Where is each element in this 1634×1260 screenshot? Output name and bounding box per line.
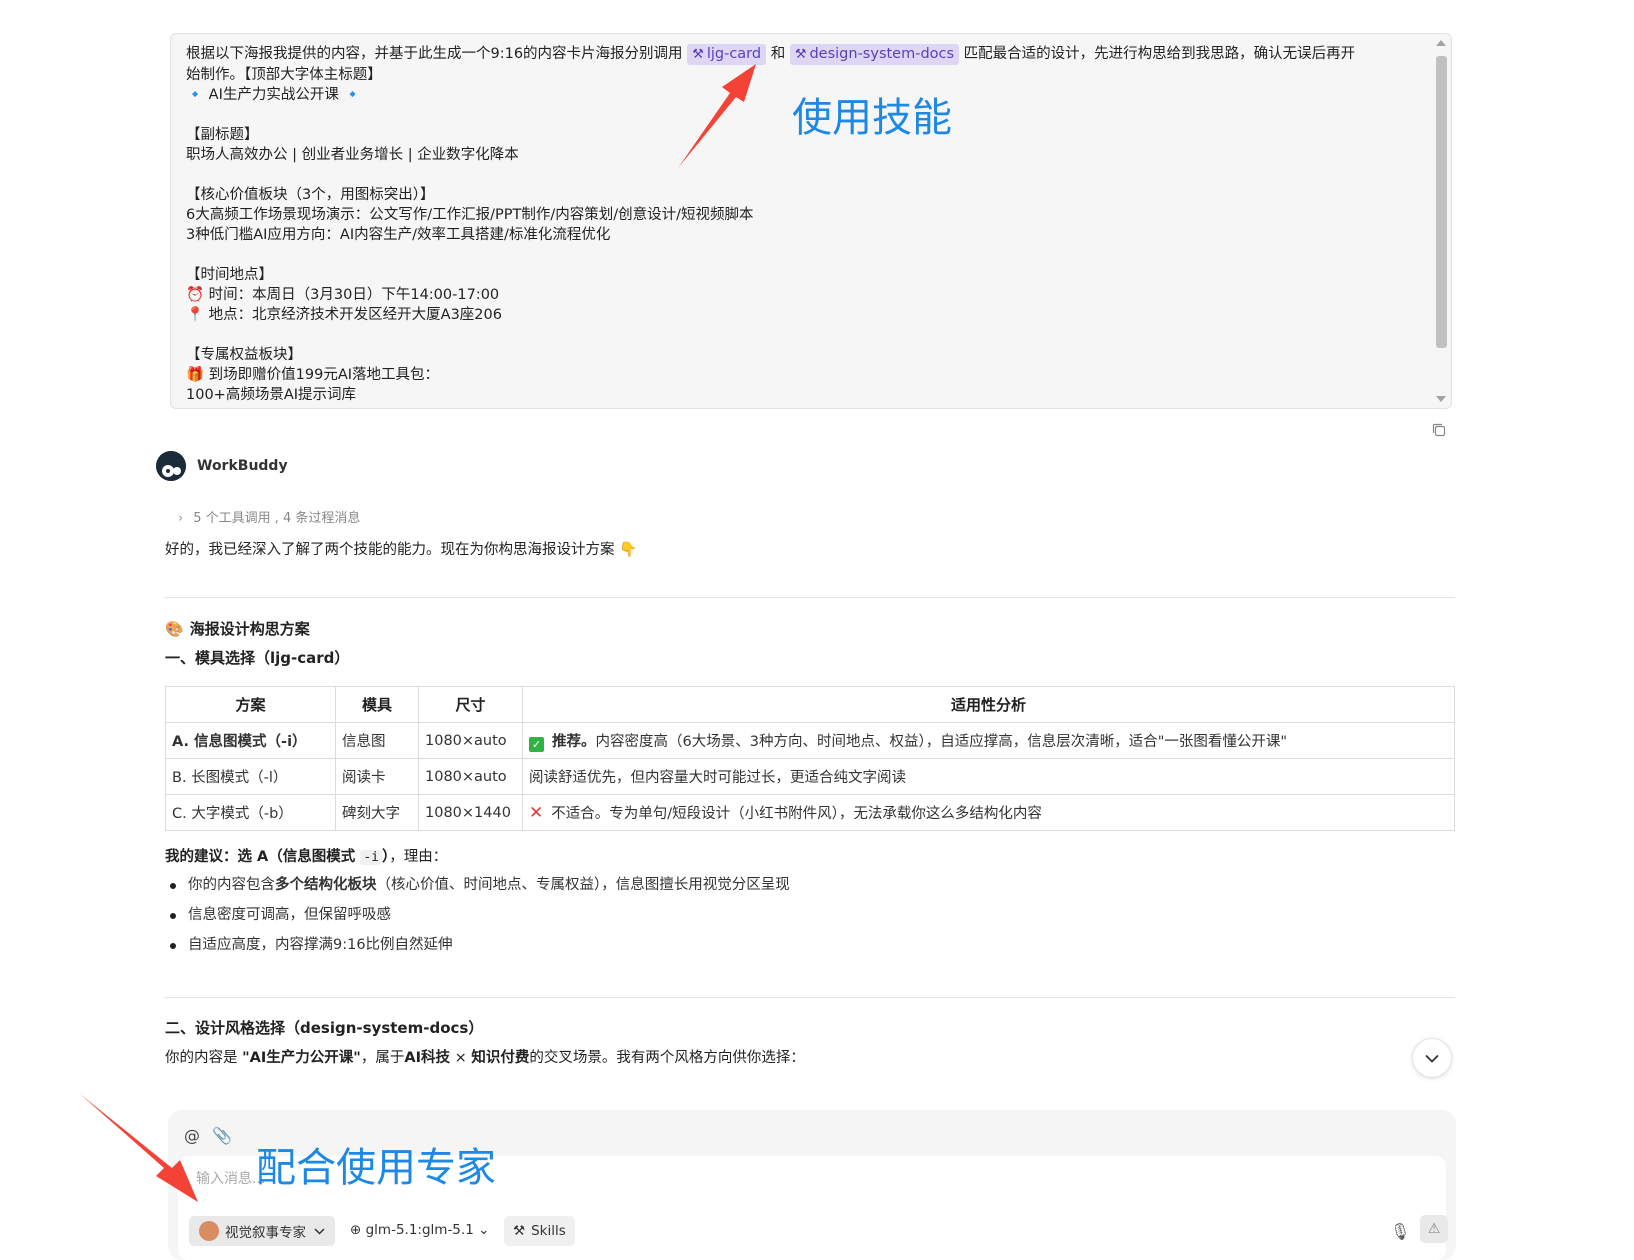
message-line — [186, 245, 1426, 265]
model-selector-button[interactable]: ⊕ glm-5.1:glm-5.1 ⌄ — [350, 1222, 489, 1238]
message-line: 6大高频工作场景现场演示：公文写作/工作汇报/PPT制作/内容策划/创意设计/短… — [186, 207, 754, 223]
message-line: 根据以下海报我提供的内容，并基于此生成一个9:16的内容卡片海报分别调用 ⚒ lj… — [186, 44, 1426, 65]
message-scrollbar[interactable] — [1433, 34, 1451, 408]
scroll-down-arrow[interactable] — [1436, 396, 1446, 402]
inline-code: -i — [360, 850, 382, 865]
table-cell-plan: A. 信息图模式（-i） — [165, 722, 336, 759]
expert-selector-button[interactable]: 视觉叙事专家 — [189, 1216, 335, 1246]
workbuddy-avatar — [156, 451, 186, 481]
skills-icon: ⚒ — [513, 1223, 526, 1239]
microphone-icon[interactable]: 🎙 — [1390, 1222, 1410, 1241]
plan-table: 方案 模具 尺寸 适用性分析 A. 信息图模式（-i） 信息图 1080×aut… — [165, 686, 1455, 831]
table-header: 方案 — [165, 686, 336, 723]
message-line: 【专属权益板块】 — [186, 347, 302, 363]
message-line: 【核心价值板块（3个，用图标突出）】 — [186, 187, 435, 203]
reasons-list: 你的内容包含多个结构化板块（核心价值、时间地点、专属权益），信息图擅长用视觉分区… — [168, 870, 790, 960]
annotation-skill-label: 使用技能 — [792, 95, 952, 141]
table-row: C. 大字模式（-b） 碑刻大字 1080×1440 ✕ 不适合。专为单句/短段设… — [165, 794, 1455, 831]
skill-chip-design-system-docs[interactable]: ⚒ design-system-docs — [789, 44, 960, 65]
list-item: 自适应高度，内容撑满9:16比例自然延伸 — [168, 930, 790, 960]
table-cell-analysis: 阅读舒适优先，但内容量大时可能过长，更适合纯文字阅读 — [522, 758, 1455, 795]
message-line — [186, 165, 1426, 185]
subsection-mold-title: 一、模具选择（ljg-card） — [165, 649, 350, 667]
table-cell-plan: C. 大字模式（-b） — [165, 794, 336, 831]
model-icon: ⊕ — [350, 1222, 362, 1238]
message-line: 职场人高效办公 | 创业者业务增长 | 企业数字化降本 — [186, 147, 519, 163]
message-line: 100+高频场景AI提示词库 — [186, 387, 357, 403]
list-item: 你的内容包含多个结构化板块（核心价值、时间地点、专属权益），信息图擅长用视觉分区… — [168, 870, 790, 900]
chevron-down-icon: ⌄ — [478, 1222, 490, 1238]
table-cell-plan: B. 长图模式（-l） — [165, 758, 336, 795]
table-cell-mold: 阅读卡 — [335, 758, 419, 795]
table-header: 适用性分析 — [522, 686, 1455, 723]
input-placeholder: 输入消息... — [196, 1171, 266, 1187]
scroll-to-bottom-button[interactable] — [1412, 1038, 1452, 1078]
table-header-row: 方案 模具 尺寸 适用性分析 — [165, 686, 1455, 723]
section-title: 🎨 海报设计构思方案 — [165, 620, 310, 638]
skills-label: Skills — [531, 1223, 566, 1239]
message-line — [186, 325, 1426, 345]
model-label: glm-5.1:glm-5.1 — [365, 1222, 474, 1238]
palette-icon: 🎨 — [165, 620, 184, 638]
annotation-arrow-expert — [80, 1094, 198, 1202]
message-line: 3种低门槛AI应用方向：AI内容生产/效率工具搭建/标准化流程优化 — [186, 227, 611, 243]
tool-summary: 5 个工具调用 , 4 条过程消息 — [193, 511, 361, 526]
send-button[interactable]: ⚠ — [1420, 1215, 1448, 1243]
assistant-intro: 好的，我已经深入了解了两个技能的能力。现在为你构思海报设计方案 👇 — [165, 542, 638, 558]
skill-icon: ⚒ — [794, 47, 807, 62]
table-cell-size: 1080×auto — [418, 758, 523, 795]
expert-label: 视觉叙事专家 — [225, 1225, 306, 1241]
chevron-down-icon — [314, 1227, 325, 1235]
table-cell-analysis: ✕ 不适合。专为单句/短段设计（小红书附件风），无法承载你这么多结构化内容 — [522, 794, 1455, 831]
tool-calls-toggle[interactable]: › 5 个工具调用 , 4 条过程消息 — [178, 507, 360, 526]
message-line: 📍 地点：北京经济技术开发区经开大厦A3座206 — [186, 307, 502, 323]
table-cell-size: 1080×1440 — [418, 794, 523, 831]
table-row: A. 信息图模式（-i） 信息图 1080×auto ✓ 推荐。内容密度高（6大场… — [165, 722, 1455, 759]
scroll-thumb[interactable] — [1436, 56, 1447, 348]
table-cell-size: 1080×auto — [418, 722, 523, 759]
send-icon: ⚠ — [1427, 1221, 1441, 1237]
divider — [165, 997, 1455, 998]
table-cell-mold: 碑刻大字 — [335, 794, 419, 831]
advice-line: 我的建议：选 A（信息图模式 -i ），理由： — [165, 849, 448, 865]
divider — [165, 597, 1455, 598]
table-header: 尺寸 — [418, 686, 523, 723]
table-row: B. 长图模式（-l） 阅读卡 1080×auto 阅读舒适优先，但内容量大时可… — [165, 758, 1455, 795]
copy-icon[interactable] — [1431, 422, 1447, 438]
style-description: 你的内容是 "AI生产力公开课"，属于AI科技 × 知识付费的交叉场景。我有两个… — [165, 1050, 805, 1066]
attachment-icon[interactable]: 📎 — [212, 1126, 232, 1145]
message-line: ⏰ 时间：本周日（3月30日）下午14:00-17:00 — [186, 287, 500, 303]
annotation-expert-label: 配合使用专家 — [256, 1145, 496, 1191]
message-line: 🎁 到场即赠价值199元AI落地工具包： — [186, 367, 440, 383]
scroll-up-arrow[interactable] — [1436, 40, 1446, 46]
cross-icon: ✕ — [529, 803, 544, 823]
table-header: 模具 — [335, 686, 419, 723]
chevron-right-icon: › — [178, 511, 184, 526]
check-icon: ✓ — [529, 736, 544, 752]
skills-button[interactable]: ⚒ Skills — [504, 1216, 575, 1246]
expert-avatar — [199, 1221, 219, 1241]
subsection-style-title: 二、设计风格选择（design-system-docs） — [165, 1019, 484, 1037]
annotation-arrow-skill — [678, 64, 756, 168]
assistant-name: WorkBuddy — [197, 458, 288, 474]
message-line: 始制作。【顶部大字体主标题】 — [186, 67, 382, 83]
user-message-box[interactable]: 根据以下海报我提供的内容，并基于此生成一个9:16的内容卡片海报分别调用 ⚒ lj… — [170, 33, 1452, 409]
list-item: 信息密度可调高，但保留呼吸感 — [168, 900, 790, 930]
message-line: 【时间地点】 — [186, 267, 273, 283]
table-cell-mold: 信息图 — [335, 722, 419, 759]
table-cell-analysis: ✓ 推荐。内容密度高（6大场景、3种方向、时间地点、权益），自适应撑高，信息层次清… — [522, 722, 1455, 759]
chevron-down-icon — [1425, 1054, 1439, 1063]
